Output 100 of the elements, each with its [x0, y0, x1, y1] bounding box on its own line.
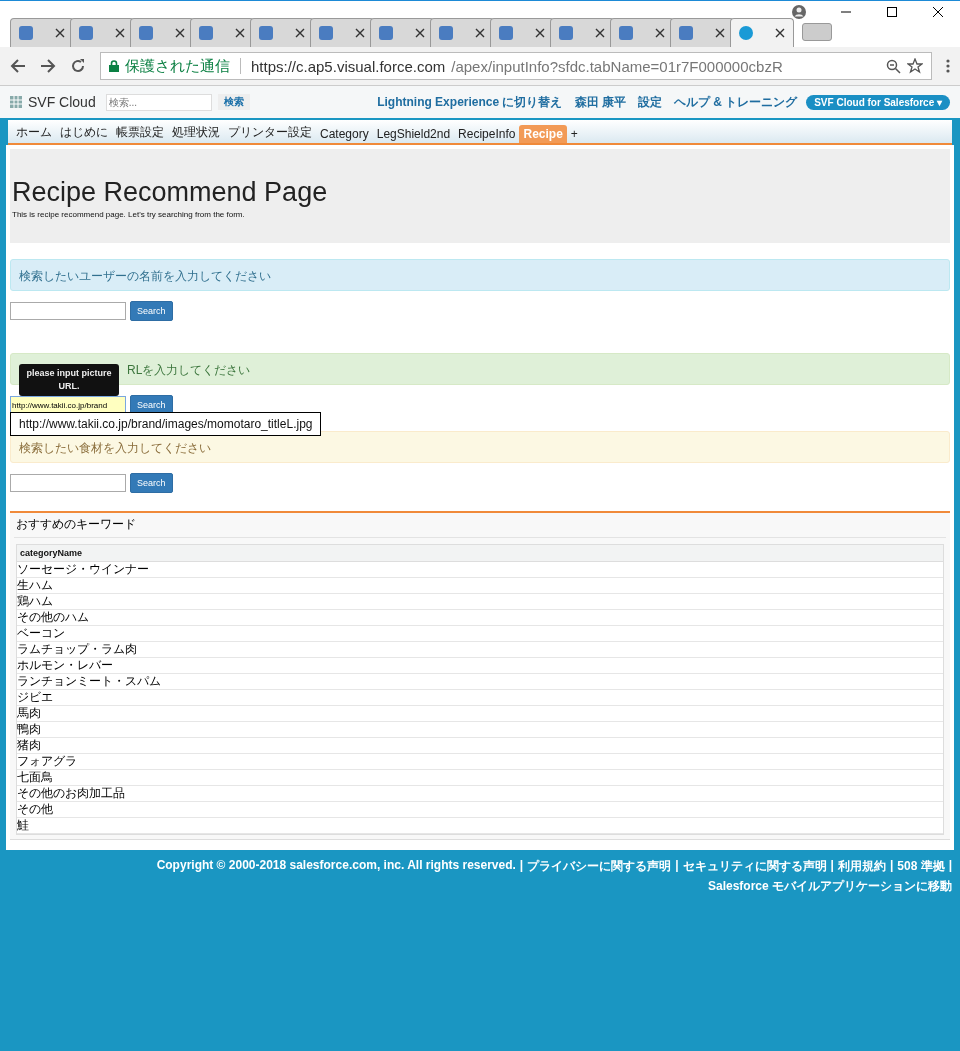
separator: | [519, 858, 524, 874]
close-icon[interactable] [295, 28, 305, 38]
page-icon [79, 26, 93, 40]
lock-icon [109, 60, 119, 72]
nav-tab[interactable]: LegShield2nd [372, 125, 455, 143]
nav-tab[interactable]: 帳票設定 [112, 122, 168, 143]
table-cell: ジビエ [17, 690, 943, 706]
table-cell: フォアグラ [17, 754, 943, 770]
table-cell: ホルモン・レバー [17, 658, 943, 674]
table-cell: ベーコン [17, 626, 943, 642]
separator: | [675, 858, 679, 874]
alert-text: 検索したいユーザーの名前を入力してください [19, 268, 271, 285]
security-label: 保護された通信 [125, 56, 230, 76]
table-cell: 七面鳥 [17, 770, 943, 786]
nav-tab[interactable]: Category [316, 125, 373, 143]
nav-tab[interactable]: RecipeInfo [454, 125, 520, 143]
table-cell: ランチョンミート・スパム [17, 674, 943, 690]
page-icon [139, 26, 153, 40]
header-link[interactable]: 設定 [637, 93, 662, 111]
search-button[interactable]: Search [130, 473, 173, 493]
page-icon [319, 26, 333, 40]
close-icon[interactable] [595, 28, 605, 38]
page-icon [19, 26, 33, 40]
close-icon[interactable] [655, 28, 665, 38]
page-subtitle: This is recipe recommend page. Let's try searching from the form. [12, 210, 246, 219]
search-button[interactable]: 検索 [217, 94, 250, 110]
input-field[interactable] [10, 302, 126, 320]
page-icon [199, 26, 213, 40]
alert-text: 検索したい食材を入力してください [19, 440, 211, 457]
profile-icon[interactable] [792, 5, 806, 19]
menu-icon[interactable] [946, 59, 950, 73]
page-icon [559, 26, 573, 40]
page-icon [619, 26, 633, 40]
app-menu-button[interactable]: SVF Cloud for Salesforce ▾ [806, 94, 950, 110]
star-icon[interactable] [907, 58, 923, 74]
url-host: https://c.ap5.visual.force.com [251, 57, 446, 75]
tooltip: please input picture URL. [19, 364, 119, 396]
table-cell: その他のハム [17, 610, 943, 626]
table-cell: ラムチョップ・ラム肉 [17, 642, 943, 658]
forward-icon[interactable] [40, 58, 56, 74]
close-icon[interactable] [55, 28, 65, 38]
close-icon[interactable] [415, 28, 425, 38]
close-icon[interactable] [175, 28, 185, 38]
logo-icon [10, 96, 22, 108]
alert-text: RLを入力してください [127, 362, 251, 379]
nav-tab[interactable]: プリンター設定 [224, 122, 316, 143]
back-icon[interactable] [10, 58, 26, 74]
app-logo: SVF Cloud [28, 94, 96, 110]
close-icon[interactable] [932, 6, 944, 18]
close-icon[interactable] [715, 28, 725, 38]
maximize-icon[interactable] [886, 6, 898, 18]
close-icon[interactable] [115, 28, 125, 38]
close-icon[interactable] [355, 28, 365, 38]
copyright-text: Copyright © 2000-2018 salesforce.com, inc. All rights reserved. [156, 858, 516, 874]
page-icon [439, 26, 453, 40]
nav-tab[interactable]: + [566, 125, 582, 143]
page-icon [499, 26, 513, 40]
search-button[interactable]: Search [130, 301, 173, 321]
close-icon[interactable] [775, 28, 785, 38]
footer-link[interactable]: 利用規約 [837, 858, 886, 875]
close-icon[interactable] [475, 28, 485, 38]
table-cell: ソーセージ・ウインナー [17, 562, 943, 578]
zoom-icon[interactable] [886, 58, 901, 74]
table-cell: 猪肉 [17, 738, 943, 754]
table-cell: 鮭 [17, 818, 943, 834]
footer-link[interactable]: セキュリティに関する声明 [682, 858, 827, 875]
close-icon[interactable] [235, 28, 245, 38]
page-icon [379, 26, 393, 40]
header-link[interactable]: Lightning Experience に切り替え [377, 93, 563, 111]
reload-icon[interactable] [70, 58, 86, 74]
close-icon[interactable] [535, 28, 545, 38]
column-header: categoryName [17, 545, 943, 562]
page-icon [259, 26, 273, 40]
panel-title: おすすめのキーワード [14, 513, 946, 538]
table-cell: 生ハム [17, 578, 943, 594]
nav-tab[interactable]: はじめに [56, 122, 112, 143]
separator: | [830, 858, 834, 874]
page-icon [739, 26, 753, 40]
table-cell: その他のお肉加工品 [17, 786, 943, 802]
footer-link[interactable]: プライバシーに関する声明 [527, 858, 672, 875]
autocomplete-suggestion[interactable]: http://www.takii.co.jp/brand/images/momotaro_titleL.jpg [10, 412, 322, 436]
separator: | [889, 858, 894, 874]
page-title: Recipe Recommend Page [12, 177, 329, 208]
search-field[interactable]: 検索... [105, 93, 212, 111]
input-field[interactable] [10, 474, 126, 492]
table-cell: 鴨肉 [17, 722, 943, 738]
footer-link[interactable]: 508 準拠 [897, 858, 945, 875]
nav-tab[interactable]: 処理状況 [168, 122, 224, 143]
separator: | [948, 858, 952, 874]
address-bar[interactable]: 保護された通信 https://c.ap5.visual.force.com /apex/inputInfo?sfdc.tabName=01r7F000000cbzR [100, 52, 932, 80]
header-link[interactable]: ヘルプ & トレーニング [673, 93, 798, 111]
page-icon [679, 26, 693, 40]
table-cell: 鶏ハム [17, 594, 943, 610]
footer-link[interactable]: Salesforce モバイルアプリケーションに移動 [707, 878, 952, 895]
table-cell: 馬肉 [17, 706, 943, 722]
url-path: /apex/inputInfo?sfdc.tabName=01r7F000000cbzR [451, 57, 783, 75]
nav-tab[interactable]: ホーム [12, 122, 56, 143]
search-button[interactable]: Search [130, 395, 173, 415]
table-cell: その他 [17, 802, 943, 818]
header-link[interactable]: 森田 康平 [574, 93, 626, 111]
